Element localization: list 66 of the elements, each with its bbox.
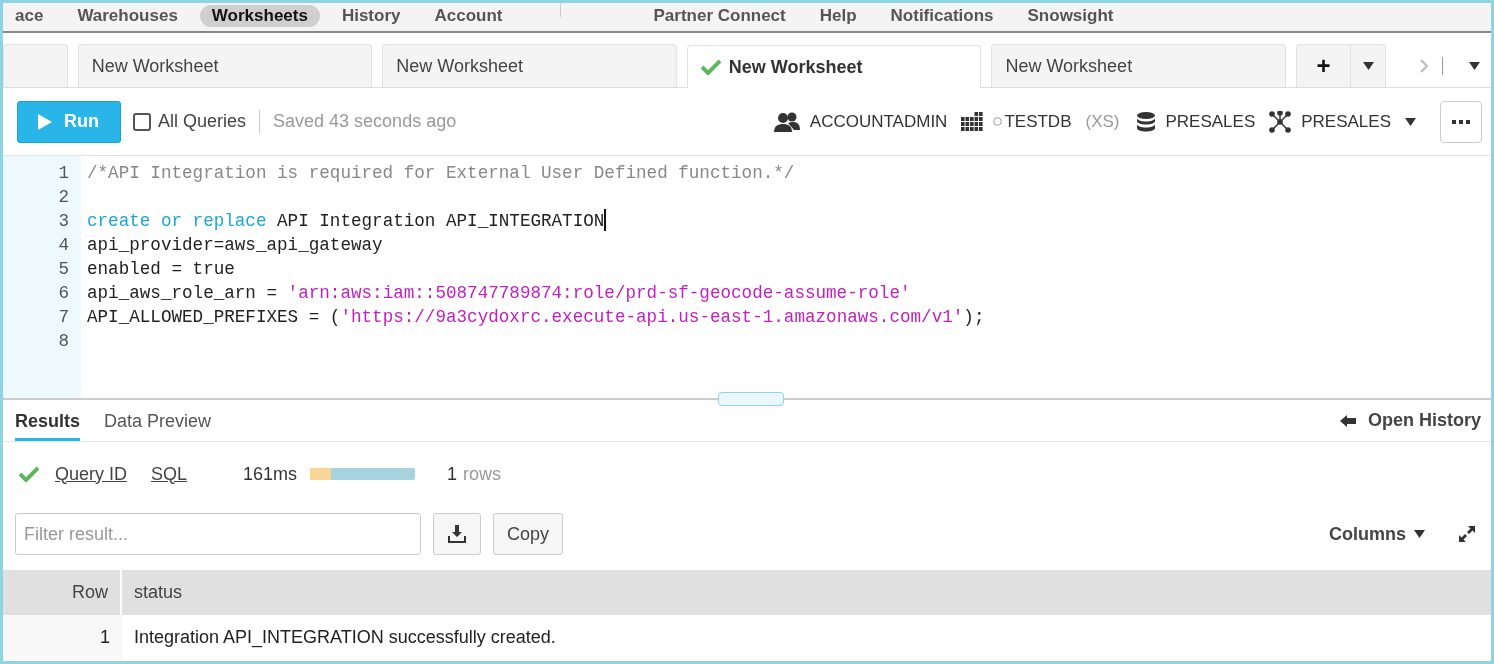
column-header[interactable]: status xyxy=(122,570,1491,615)
caret-icon xyxy=(1405,117,1416,126)
caret-icon xyxy=(1414,530,1425,538)
role-name[interactable]: ACCOUNTADMIN xyxy=(809,111,948,132)
line-number: 8 xyxy=(57,330,70,353)
code-line: create or replace API Integration API_INTEGRATION xyxy=(87,210,605,233)
status-circle-icon xyxy=(993,117,1003,126)
columns-button[interactable]: Columns xyxy=(1323,522,1431,546)
worksheet-tab[interactable]: New Worksheet xyxy=(77,44,373,87)
nav-link[interactable]: ace xyxy=(3,5,56,27)
code-line: api_aws_role_arn = 'arn:aws:iam::508747789874:role/prd-sf-geocode-assume-role' xyxy=(87,282,911,305)
expand-icon[interactable] xyxy=(1459,526,1475,542)
line-number: 4 xyxy=(57,234,70,257)
nav-link[interactable]: Warehouses xyxy=(65,5,190,27)
database-icon xyxy=(1137,111,1156,132)
open-history-link[interactable]: Open History xyxy=(1339,410,1481,441)
schema-name[interactable]: PRESALES xyxy=(1301,111,1391,132)
duration: 161ms xyxy=(243,463,298,485)
code-line: /*API Integration is required for External User Defined function.*/ xyxy=(87,162,795,185)
nav-link[interactable]: Notifications xyxy=(878,5,1006,27)
nav-link[interactable]: Account xyxy=(422,5,515,27)
play-icon xyxy=(38,113,52,130)
nav-link[interactable]: Worksheets xyxy=(199,5,320,27)
sql-link[interactable]: SQL xyxy=(151,463,188,485)
query-id-link[interactable]: Query ID xyxy=(55,463,128,485)
line-number: 5 xyxy=(57,258,70,281)
resize-handle[interactable] xyxy=(718,392,784,406)
column-header[interactable]: Row xyxy=(3,570,122,615)
download-button[interactable] xyxy=(433,513,481,555)
line-number: 6 xyxy=(57,282,70,305)
checkbox[interactable] xyxy=(133,112,151,131)
results-tab[interactable]: Results xyxy=(15,411,81,441)
worksheet-tab[interactable]: New Worksheet xyxy=(382,44,677,87)
code-line: api_provider=aws_api_gateway xyxy=(87,234,383,257)
more-icon xyxy=(1452,119,1470,124)
arrow-left-icon xyxy=(1339,414,1356,427)
results-tab[interactable]: Data Preview xyxy=(104,411,212,441)
code-line: enabled = true xyxy=(87,258,235,281)
line-number: 3 xyxy=(57,210,70,233)
warehouse-size: (XS) xyxy=(1085,111,1120,132)
download-icon xyxy=(448,525,466,543)
worksheet-tab[interactable]: New Worksheet xyxy=(686,45,982,88)
grid-icon xyxy=(961,111,984,132)
schema-icon xyxy=(1269,110,1292,133)
database-name[interactable]: PRESALES xyxy=(1165,111,1256,132)
row-count: 1 xyxy=(447,463,458,485)
more-button[interactable] xyxy=(1440,100,1482,143)
saved-status: Saved 43 seconds ago xyxy=(273,111,457,132)
copy-button[interactable]: Copy xyxy=(493,513,564,555)
line-number: 7 xyxy=(57,306,70,329)
caret-icon xyxy=(1362,62,1374,70)
warehouse-name[interactable]: TESTDB xyxy=(1004,111,1072,132)
users-icon xyxy=(773,111,800,132)
nav-link[interactable]: Partner Connect xyxy=(641,5,798,27)
nav-link[interactable]: Help xyxy=(807,5,869,27)
worksheet-tab[interactable]: New Worksheet xyxy=(991,44,1286,87)
caret-icon xyxy=(1468,61,1480,70)
nav-link[interactable]: History xyxy=(329,5,413,27)
line-number: 1 xyxy=(57,162,70,185)
line-number: 2 xyxy=(57,186,70,209)
nav-link[interactable]: Snowsight xyxy=(1015,5,1126,27)
table-cell: 1 xyxy=(3,615,122,660)
filter-field[interactable]: Filter result... xyxy=(15,513,421,555)
rows-label: rows xyxy=(463,463,502,485)
code-line: API_ALLOWED_PREFIXES = ('https://9a3cydoxrc.execute-api.us-east-1.amazonaws.com/v1'); xyxy=(87,306,985,329)
checkbox-label: All Queries xyxy=(158,111,247,132)
